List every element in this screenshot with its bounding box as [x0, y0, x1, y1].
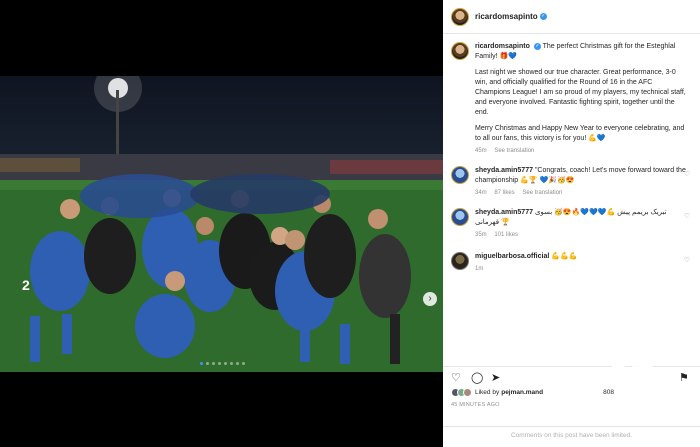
comment-meta: 1m — [475, 264, 689, 274]
carousel-dots — [200, 362, 245, 366]
liker-avatar — [463, 388, 472, 397]
comment-likes[interactable]: 87 likes — [494, 190, 514, 196]
chevron-right-icon[interactable]: › — [423, 292, 437, 306]
caption-meta: 45m See translation — [475, 146, 689, 156]
carousel-dot — [230, 362, 233, 365]
liked-by-label: Liked by — [475, 389, 500, 396]
verified-icon: ✓ — [533, 42, 541, 50]
comment-text: 💪💪💪 — [551, 253, 578, 260]
heart-icon[interactable]: ♡ — [684, 170, 690, 178]
instagram-post-viewer: 2 › ricardomsapinto ✓ ricardomsapinto ✓ — [0, 0, 700, 447]
comment-time: 1m — [475, 266, 484, 272]
carousel-dot — [242, 362, 245, 365]
author-avatar[interactable] — [451, 42, 469, 60]
carousel-dot — [218, 362, 221, 365]
carousel-dot — [206, 362, 209, 365]
post-time: 45 MINUTES AGO — [451, 402, 500, 408]
list-item: sheyda.amin5777 "Congrats, coach! Let's … — [451, 166, 696, 198]
comment-likes[interactable]: 101 likes — [494, 232, 518, 238]
carousel-dot — [224, 362, 227, 365]
bookmark-icon[interactable]: ⚑ — [679, 372, 689, 384]
post-photo[interactable]: 2 › — [0, 76, 443, 372]
comment-username[interactable]: miguelbarbosa.official — [475, 253, 549, 260]
comment-time: 35m — [475, 232, 487, 238]
carousel-dot — [236, 362, 239, 365]
comment-meta: 34m 87 likes See translation — [475, 188, 689, 198]
heart-icon[interactable]: ♡ — [684, 212, 690, 220]
jersey-number: 2 — [22, 277, 30, 293]
share-icon[interactable]: ➤ — [491, 372, 500, 384]
heart-icon[interactable]: ♡ — [684, 256, 690, 264]
comments-list: ricardomsapinto ✓ The perfect Christmas … — [443, 38, 700, 358]
carousel-dot — [212, 362, 215, 365]
see-translation-link[interactable]: See translation — [522, 190, 562, 196]
comment-username[interactable]: sheyda.amin5777 — [475, 167, 533, 174]
list-item: sheyda.amin5777 تبریک بریمم پیش 💪💙💙💙🔥😍🥳 … — [451, 208, 696, 240]
see-translation-link[interactable]: See translation — [494, 148, 534, 154]
team-celebration-image: 2 — [0, 76, 443, 372]
watermark-logo — [558, 350, 666, 417]
commenter-avatar[interactable] — [451, 252, 469, 270]
caption-text-2: Last night we showed our true character.… — [475, 69, 686, 116]
commenter-avatar[interactable] — [451, 208, 469, 226]
comment-icon[interactable]: ◯ — [471, 372, 483, 384]
comments-limited-notice: Comments on this post have been limited. — [443, 426, 700, 439]
carousel-dot — [200, 362, 203, 365]
caption-username[interactable]: ricardomsapinto — [475, 43, 530, 50]
caption-text-3: Merry Christmas and Happy New Year to ev… — [475, 125, 685, 142]
heart-icon[interactable]: ♡ — [451, 372, 461, 384]
author-avatar[interactable] — [451, 7, 469, 26]
author-username[interactable]: ricardomsapinto — [475, 12, 538, 21]
comment-username[interactable]: sheyda.amin5777 — [475, 209, 533, 216]
comment-time: 34m — [475, 190, 487, 196]
verified-icon: ✓ — [539, 13, 547, 20]
post-header: ricardomsapinto ✓ — [443, 0, 700, 34]
comment-meta: 35m 101 likes — [475, 230, 689, 240]
commenter-avatar[interactable] — [451, 166, 469, 184]
caption-time: 45m — [475, 148, 487, 154]
list-item: miguelbarbosa.official 💪💪💪 1m ♡ — [451, 252, 696, 274]
caption: ricardomsapinto ✓ The perfect Christmas … — [451, 42, 696, 156]
liker-username[interactable]: pejman.mand — [501, 389, 543, 396]
